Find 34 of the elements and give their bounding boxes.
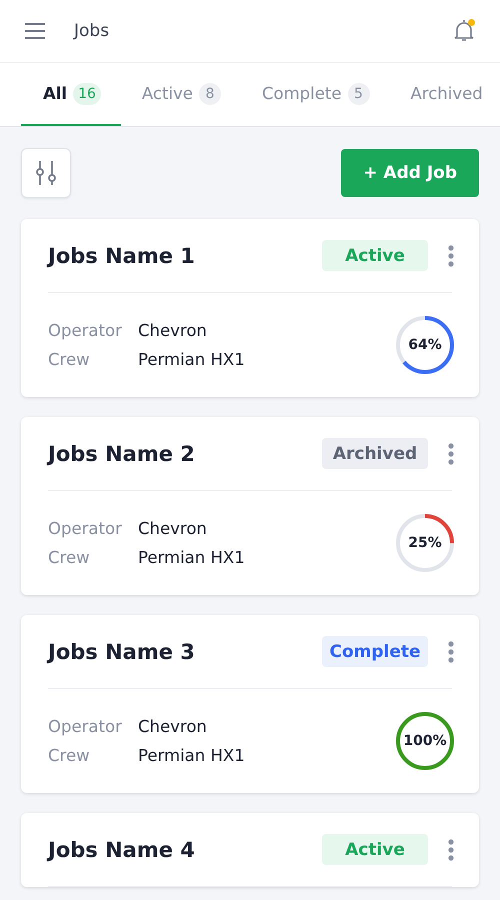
status-badge: Complete <box>322 636 428 667</box>
page-title: Jobs <box>74 21 110 41</box>
field-value: Chevron <box>138 321 208 340</box>
job-name: Jobs Name 4 <box>48 838 196 862</box>
field-label: Operator <box>48 321 123 340</box>
filter-button[interactable] <box>21 148 71 198</box>
job-name: Jobs Name 1 <box>48 244 196 268</box>
menu-icon[interactable] <box>24 22 46 40</box>
bell-icon[interactable] <box>452 18 476 44</box>
field-label: Crew <box>48 350 91 369</box>
field-value: Permian HX1 <box>138 350 246 369</box>
job-name: Jobs Name 3 <box>48 640 196 664</box>
tab-count: 5 <box>348 82 370 104</box>
progress-reading: 64% <box>408 337 442 353</box>
job-card[interactable]: Jobs Name 2 Archived Operator Chevron Crew Permian HX1 25% <box>21 417 479 595</box>
field-label: Crew <box>48 746 91 765</box>
tab-count: 16 <box>73 82 101 104</box>
field-value: Chevron <box>138 717 208 736</box>
status-badge: Active <box>322 834 428 865</box>
field-label: Operator <box>48 519 123 538</box>
job-card[interactable]: Jobs Name 4 Active <box>21 813 479 887</box>
status-badge: Active <box>322 240 428 271</box>
field-value: Chevron <box>138 519 208 538</box>
field-value: Permian HX1 <box>138 548 246 567</box>
field-value: Permian HX1 <box>138 746 246 765</box>
job-name: Jobs Name 2 <box>48 442 196 466</box>
tab-count: 8 <box>198 82 221 104</box>
status-badge: Archived <box>322 438 428 469</box>
job-card[interactable]: Jobs Name 1 Active Operator Chevron Crew Permian HX1 64% <box>21 219 479 397</box>
tab[interactable]: All 16 <box>21 63 121 126</box>
field-label: Crew <box>48 548 91 567</box>
sliders-icon <box>34 159 58 187</box>
progress-reading: 25% <box>408 535 442 551</box>
field-label: Operator <box>48 717 123 736</box>
